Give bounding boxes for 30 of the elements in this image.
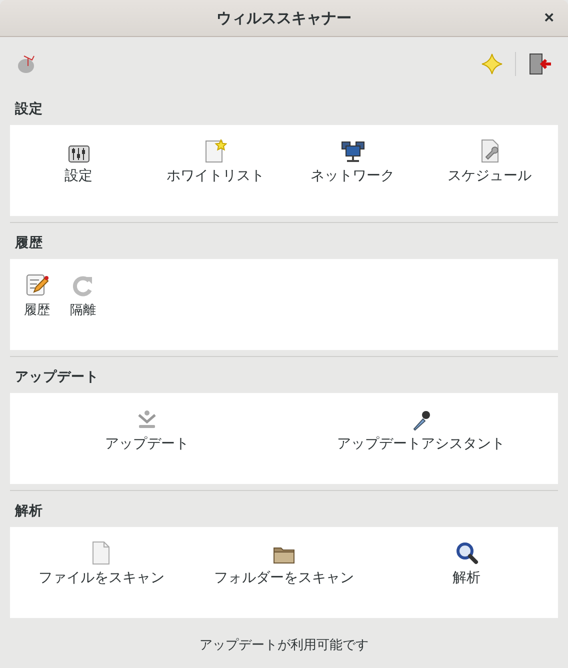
- launcher-button[interactable]: ネットワーク: [284, 137, 421, 185]
- page-star-icon: [204, 139, 226, 163]
- sliders-icon: [68, 145, 90, 163]
- launcher-button[interactable]: 設定: [10, 137, 147, 185]
- launcher-button[interactable]: 解析: [375, 539, 558, 587]
- folder-icon: [273, 545, 295, 565]
- refresh-icon: [72, 275, 94, 297]
- launcher-button[interactable]: ファイルをスキャン: [10, 539, 193, 587]
- launcher-button[interactable]: アップデートアシスタント: [284, 405, 558, 453]
- search-icon: [454, 541, 479, 565]
- exit-icon[interactable]: [528, 52, 552, 76]
- network-icon: [340, 141, 364, 163]
- file-icon: [91, 541, 112, 565]
- pencil-page-icon: [25, 273, 49, 297]
- launcher-button[interactable]: 隔離: [64, 271, 102, 319]
- section-heading: 解析: [14, 502, 44, 521]
- section-heading: アップデート: [14, 368, 100, 387]
- status-message: アップデートが利用可能です: [198, 637, 370, 655]
- launcher-button[interactable]: アップデート: [10, 405, 284, 453]
- launcher-button[interactable]: ホワイトリスト: [147, 137, 284, 185]
- window-title: ウィルススキャナー: [216, 8, 352, 28]
- download-icon: [136, 409, 158, 431]
- launcher-button[interactable]: フォルダーをスキャン: [192, 539, 376, 587]
- dropper-icon: [411, 409, 431, 431]
- page-wrench-icon: [480, 139, 500, 163]
- section-heading: 設定: [14, 100, 44, 119]
- launcher-button[interactable]: 履歴: [18, 271, 56, 319]
- close-button[interactable]: ×: [540, 8, 558, 28]
- launcher-button[interactable]: スケジュール: [421, 137, 558, 185]
- section-heading: 履歴: [14, 234, 44, 253]
